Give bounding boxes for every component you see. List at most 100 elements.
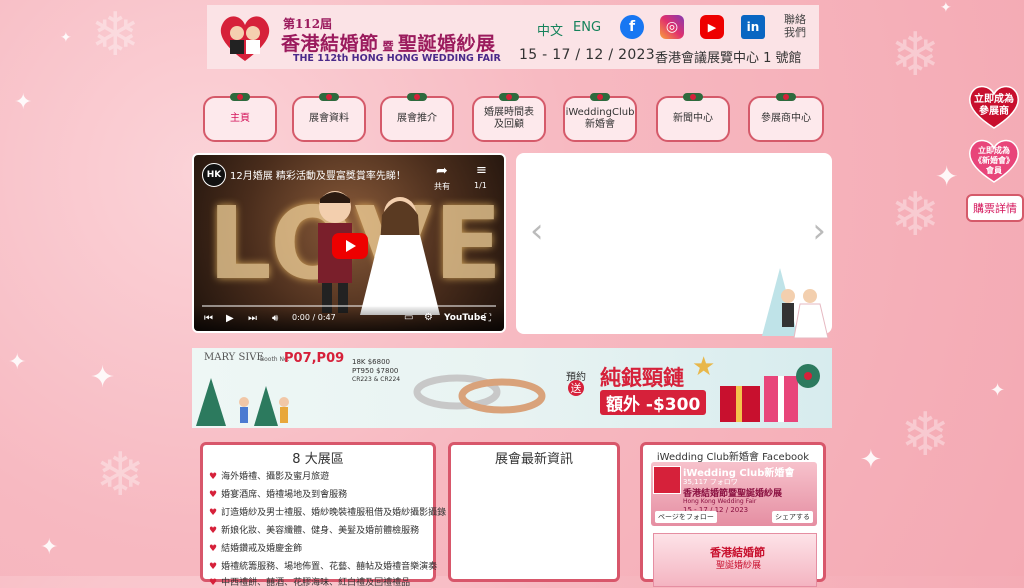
zone-item-label: 中西禮餅、囍酒、花膠海味、紅白禮及回禮禮品 xyxy=(221,578,411,588)
video-time: 0:00 / 0:47 xyxy=(292,313,336,322)
nav-fair-highlights-label: 展會推介 xyxy=(397,113,437,124)
nav-news-centre-label: 新聞中心 xyxy=(673,113,713,124)
zone-item[interactable]: ♥ 婚禮統籌服務、場地佈置、花藝、囍帖及婚禮音樂演奏 xyxy=(209,559,437,572)
facebook-page-card[interactable]: iWedding Club新婚會 35,117 フォロワ 香港結婚節暨聖誕婚紗展… xyxy=(651,462,817,526)
sparkle-icon: ✦ xyxy=(14,90,33,115)
sparkle-icon: ✦ xyxy=(860,445,882,475)
page-fair-en: Hong Kong Wedding Fair xyxy=(683,498,757,505)
become-member-button[interactable]: 立即成為 《新婚會》 會員 xyxy=(966,138,1022,184)
nav-fair-info[interactable]: 展會資料 xyxy=(292,93,366,142)
fair-title: 香港結婚節暨聖誕婚紗展 xyxy=(281,29,496,56)
trees-illustration xyxy=(196,378,289,426)
banner-promo-gift: 送 xyxy=(568,380,584,396)
heart-icon: ♥ xyxy=(209,544,218,554)
sparkle-icon: ✦ xyxy=(940,0,952,16)
prev-icon[interactable]: ⏮ xyxy=(204,313,213,324)
next-icon[interactable]: ⏭ xyxy=(248,313,257,324)
carousel-next-icon[interactable]: › xyxy=(812,211,826,251)
zone-item[interactable]: ♥ 婚宴酒席、婚禮場地及到會服務 xyxy=(209,487,347,500)
lang-en-link[interactable]: ENG xyxy=(573,20,601,35)
snowflake-icon: ❄ xyxy=(890,20,941,90)
fair-logo[interactable] xyxy=(215,9,275,65)
nav-exhibitor-centre[interactable]: 參展商中心 xyxy=(748,93,824,142)
settings-icon[interactable]: ⚙ xyxy=(424,312,433,323)
subtitles-icon[interactable]: ▭ xyxy=(404,312,413,323)
facebook-panel: iWedding Club新婚會 Facebook iWedding Club新… xyxy=(640,442,826,587)
fullscreen-icon[interactable]: ⛶ xyxy=(484,313,491,324)
share-icon[interactable]: ➦ xyxy=(436,163,448,179)
instagram-icon[interactable]: ◎ xyxy=(660,15,684,39)
playlist-icon[interactable]: ≡ xyxy=(476,163,487,178)
banner-discount: 額外 -$300 xyxy=(600,390,707,415)
lang-zh-link[interactable]: 中文 xyxy=(537,20,563,39)
sparkle-icon: ✦ xyxy=(90,360,116,395)
share-label: 共有 xyxy=(434,182,450,191)
promo-banner[interactable]: MARY SIVE Booth No. P07,P09 18K $6800 PT… xyxy=(192,348,832,428)
christmas-couple-icon xyxy=(762,268,829,339)
play-button[interactable] xyxy=(332,233,368,259)
banner-brand: MARY SIVE xyxy=(204,352,264,363)
banner-codes: CR223 & CR224 xyxy=(352,376,401,383)
channel-avatar[interactable]: HK xyxy=(202,163,226,187)
snowflake-icon: ❄ xyxy=(900,400,951,470)
zones-title: 8 大展區 xyxy=(292,452,344,467)
play-icon[interactable]: ▶ xyxy=(226,313,234,324)
zone-item-label: 婚禮統籌服務、場地佈置、花藝、囍帖及婚禮音樂演奏 xyxy=(221,562,438,572)
wedding-couple-image xyxy=(318,191,440,315)
become-exhibitor-label: 立即成為 參展商 xyxy=(974,94,1014,117)
exhibition-zones-panel: 8 大展區 ♥ 海外婚禮、攝影及蜜月旅遊 ♥ 婚宴酒席、婚禮場地及到會服務 ♥ 訂造婚… xyxy=(200,442,446,588)
zone-item[interactable]: ♥ 海外婚禮、攝影及蜜月旅遊 xyxy=(209,469,329,482)
fair-dates: 15 - 17 / 12 / 2023 xyxy=(519,47,655,63)
zone-item[interactable]: ♥ 訂造婚紗及男士禮服、婚紗晚裝禮服租借及婚紗攝影攝錄 xyxy=(209,505,446,518)
zone-item-label: 婚宴酒席、婚禮場地及到會服務 xyxy=(221,490,348,500)
post-fair-subtitle: 聖誕婚紗展 xyxy=(716,561,762,571)
fair-venue: 香港會議展覽中心 1 號館 xyxy=(655,51,802,66)
heart-icon: ♥ xyxy=(209,526,218,536)
news-title: 展會最新資訊 xyxy=(494,452,573,467)
snowflake-icon: ❄ xyxy=(95,440,146,510)
nav-fair-highlights[interactable]: 展會推介 xyxy=(380,93,454,142)
fair-title-main: 香港結婚節 xyxy=(281,33,379,55)
image-carousel: ‹ › xyxy=(516,153,832,339)
progress-bar[interactable] xyxy=(202,305,496,307)
fair-title-conj: 暨 xyxy=(382,40,395,53)
nav-fair-info-label: 展會資料 xyxy=(309,113,349,124)
heart-icon: ♥ xyxy=(209,508,218,518)
page-avatar xyxy=(653,466,681,494)
sparkle-icon: ✦ xyxy=(8,350,27,375)
nav-iwedding-club[interactable]: iWeddingClub 新婚會 xyxy=(563,93,637,142)
share-page-button[interactable]: シェアする xyxy=(772,511,813,523)
banner-booth: P07,P09 xyxy=(284,351,345,366)
zone-item[interactable]: ♥ 結婚鑽戒及婚慶金飾 xyxy=(209,541,302,554)
nav-home-label: 主頁 xyxy=(230,113,250,124)
zone-item-label: 結婚鑽戒及婚慶金飾 xyxy=(221,544,303,554)
nav-news-centre[interactable]: 新聞中心 xyxy=(656,93,730,142)
sparkle-icon: ✦ xyxy=(990,380,1006,401)
youtube-video-player[interactable]: LOVE HK 12月婚展 精彩活動及豐富獎賞率先睇！ ➦ 共有 ≡ 1/1 ⏮… xyxy=(192,153,506,333)
zone-item[interactable]: ♥ 中西禮餅、囍酒、花膠海味、紅白禮及回禮禮品 xyxy=(209,575,410,588)
nav-schedule[interactable]: 婚展時間表 及回顧 xyxy=(472,93,546,142)
zone-item[interactable]: ♥ 新娘化妝、美容纖體、健身、美髮及婚前體檢服務 xyxy=(209,523,419,536)
banner-headline: 純銀頸鏈 xyxy=(600,366,684,390)
volume-icon[interactable]: 🔊︎ xyxy=(272,313,278,324)
ticket-info-button[interactable]: 購票詳情 xyxy=(966,194,1024,222)
youtube-logo[interactable]: YouTube xyxy=(444,313,486,323)
become-exhibitor-button[interactable]: 立即成為 參展商 xyxy=(966,84,1022,130)
snowflake-icon: ❄ xyxy=(890,180,941,250)
video-title[interactable]: 12月婚展 精彩活動及豐富獎賞率先睇！ xyxy=(230,167,406,182)
site-header: 第112屆 香港結婚節暨聖誕婚紗展 THE 112th HONG HONG WE… xyxy=(207,5,819,69)
linkedin-icon[interactable]: in xyxy=(741,15,765,39)
youtube-icon[interactable]: ▶ xyxy=(700,15,724,39)
facebook-post-image[interactable]: 香港結婚節 聖誕婚紗展 xyxy=(653,533,817,587)
facebook-icon[interactable]: f xyxy=(620,15,644,39)
follow-page-button[interactable]: ページをフォロー xyxy=(655,511,717,523)
heart-icon: ♥ xyxy=(209,472,218,482)
nav-home[interactable]: 主頁 xyxy=(203,93,277,142)
zone-item-label: 新娘化妝、美容纖體、健身、美髮及婚前體檢服務 xyxy=(221,526,420,536)
sparkle-icon: ✦ xyxy=(40,535,59,560)
snowflake-icon: ❄ xyxy=(90,0,141,70)
banner-price-pt950: PT950 $7800 xyxy=(352,367,399,375)
ring-product-image xyxy=(413,374,546,414)
contact-us-link[interactable]: 聯絡 我們 xyxy=(784,13,806,39)
carousel-prev-icon[interactable]: ‹ xyxy=(530,211,544,251)
